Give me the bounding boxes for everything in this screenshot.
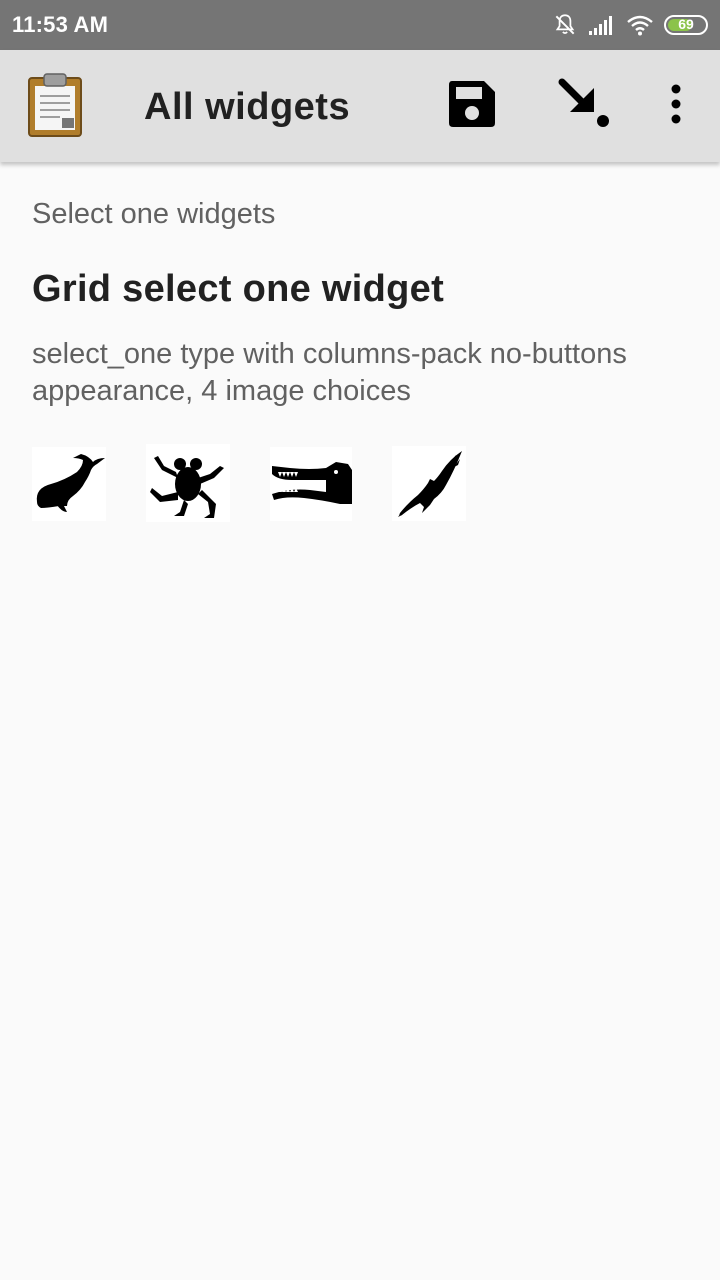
whale-icon [33,452,105,516]
status-bar: 11:53 AM 69 [0,0,720,50]
crocodile-icon [270,458,352,510]
status-time: 11:53 AM [12,12,109,37]
status-icons: 69 [552,10,708,40]
question-hint: select_one type with columns-pack no-but… [32,338,627,407]
frog-icon [148,446,228,520]
eagle-icon [394,449,464,519]
choice-eagle[interactable] [392,446,466,521]
choice-whale[interactable] [32,447,106,521]
notifications-muted-icon [552,12,578,38]
save-button[interactable] [444,78,500,134]
choice-frog[interactable] [146,444,230,522]
go-to-icon [556,76,612,137]
battery-level: 69 [678,16,694,32]
app-bar: All widgets [0,50,720,162]
question-label: Grid select one widget [32,268,445,310]
choice-crocodile[interactable] [270,447,352,521]
go-to-button[interactable] [556,78,612,134]
signal-icon [588,14,616,36]
more-options-button[interactable] [648,78,704,134]
clipboard-icon [26,72,84,138]
group-label: Select one widgets [32,198,276,230]
save-icon [446,78,498,135]
wifi-icon [626,14,654,36]
page-title: All widgets [144,86,351,128]
more-vert-icon [670,84,682,129]
battery-icon: 69 [664,15,708,35]
battery: 69 [664,15,708,35]
